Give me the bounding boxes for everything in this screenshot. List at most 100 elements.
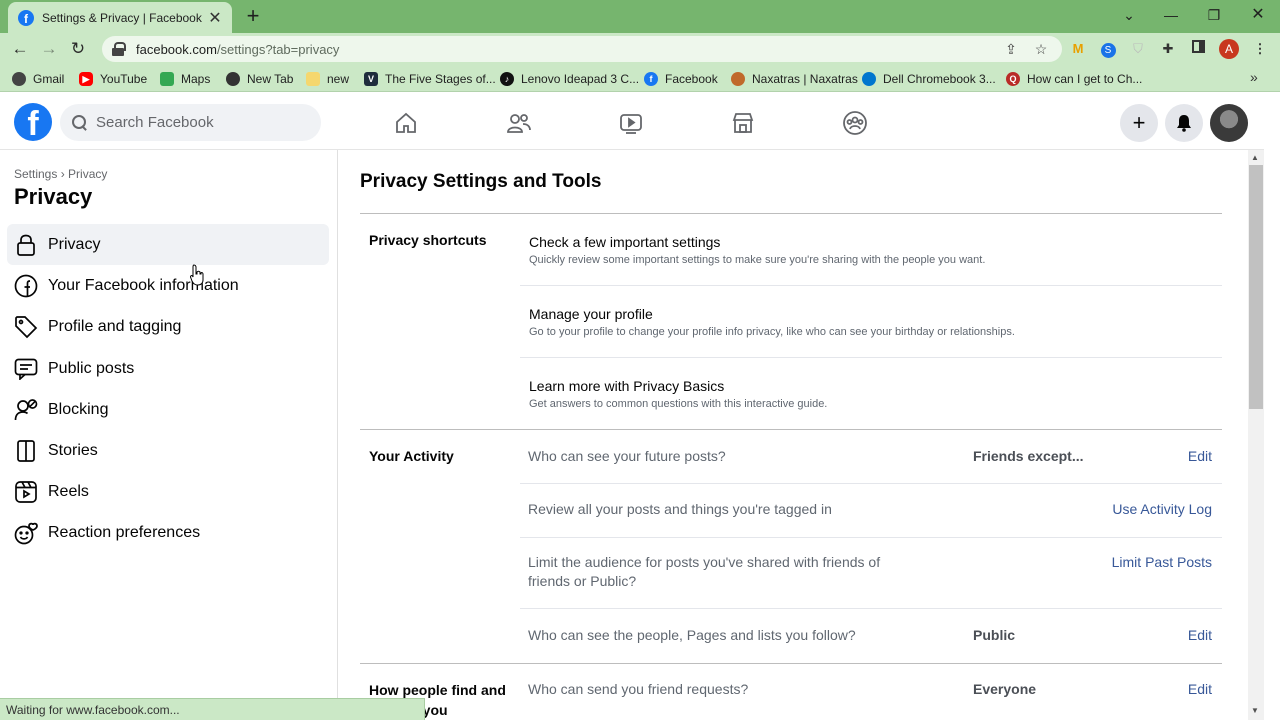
sidebar-item-profile-and-tagging[interactable]: Profile and tagging: [7, 306, 329, 347]
use-activity-log-link[interactable]: Use Activity Log: [1112, 501, 1212, 517]
shortcut-privacy-basics[interactable]: Learn more with Privacy Basics: [529, 378, 724, 394]
extension-m-icon[interactable]: M: [1068, 39, 1088, 59]
extension-shield-icon[interactable]: ⛉: [1128, 39, 1148, 59]
back-button[interactable]: ←: [8, 37, 32, 61]
bookmark-maps[interactable]: Maps: [160, 70, 210, 87]
naxatras-icon: [731, 71, 745, 86]
sidebar-item-privacy[interactable]: Privacy: [7, 224, 329, 265]
restore-button[interactable]: ❐: [1199, 4, 1229, 26]
limit-past-posts-link[interactable]: Limit Past Posts: [1112, 554, 1212, 570]
setting-question: Limit the audience for posts you've shar…: [528, 554, 881, 589]
home-nav-icon[interactable]: [386, 107, 426, 139]
bookmark-naxatras[interactable]: Naxatras | Naxatras: [731, 70, 858, 87]
gmail-icon: [12, 71, 26, 86]
setting-value: Friends except...: [973, 448, 1084, 464]
facebook-logo-icon[interactable]: f: [14, 103, 52, 141]
tab-search-chevron-icon[interactable]: ⌄: [1114, 4, 1144, 26]
hand-cursor-icon: [190, 264, 204, 286]
setting-question: Who can see the people, Pages and lists …: [528, 627, 856, 643]
public-posts-icon: [13, 356, 39, 382]
bookmark-youtube[interactable]: ▶ YouTube: [79, 70, 147, 87]
notifications-bell-icon[interactable]: [1165, 104, 1203, 142]
search-input[interactable]: [96, 114, 296, 131]
sidebar-item-reaction-preferences[interactable]: Reaction preferences: [7, 512, 329, 553]
shortcut-description: Go to your profile to change your profil…: [529, 326, 1015, 338]
bookmark-five-stages[interactable]: V The Five Stages of...: [364, 70, 496, 87]
facebook-circle-icon: [13, 273, 39, 299]
shortcut-description: Quickly review some important settings t…: [529, 254, 986, 266]
reload-button[interactable]: ↻: [66, 37, 90, 61]
marketplace-nav-icon[interactable]: [723, 107, 763, 139]
divider: [360, 663, 1222, 664]
reels-icon: [13, 479, 39, 505]
page-title: Privacy Settings and Tools: [360, 171, 602, 192]
extensions-puzzle-icon[interactable]: ✚: [1158, 39, 1178, 59]
lock-icon[interactable]: [112, 42, 126, 56]
close-window-button[interactable]: ✕: [1243, 4, 1273, 26]
quora-icon: Q: [1006, 71, 1020, 86]
browser-toolbar: ← → ↻ facebook.com/settings?tab=privacy …: [0, 33, 1280, 65]
reaction-icon: [13, 520, 39, 546]
facebook-search[interactable]: [60, 104, 321, 141]
sidebar-item-reels[interactable]: Reels: [7, 471, 329, 512]
profile-avatar[interactable]: A: [1219, 39, 1239, 59]
setting-value: Public: [973, 627, 1016, 643]
address-bar[interactable]: facebook.com/settings?tab=privacy ⇪ ☆: [102, 36, 1062, 62]
forward-button[interactable]: →: [37, 37, 61, 61]
window-edge: [1264, 97, 1280, 720]
sidebar-item-stories[interactable]: Stories: [7, 430, 329, 471]
shortcut-check-settings[interactable]: Check a few important settings: [529, 234, 720, 250]
divider: [520, 357, 1222, 358]
bookmark-gmail[interactable]: Gmail: [12, 70, 64, 87]
minimize-button[interactable]: —: [1156, 4, 1186, 26]
edit-future-posts-link[interactable]: Edit: [1188, 448, 1212, 464]
watch-nav-icon[interactable]: [611, 107, 651, 139]
bookmark-lenovo[interactable]: ♪ Lenovo Ideapad 3 C...: [500, 70, 639, 87]
bookmark-new-tab[interactable]: New Tab: [226, 70, 293, 87]
sidebar-item-blocking[interactable]: Blocking: [7, 389, 329, 430]
shortcut-manage-profile[interactable]: Manage your profile: [529, 306, 653, 322]
create-plus-icon[interactable]: +: [1120, 104, 1158, 142]
facebook-header: f +: [0, 97, 1264, 150]
section-label-your-activity: Your Activity: [369, 448, 454, 464]
scroll-up-arrow-icon[interactable]: ▲: [1251, 153, 1259, 162]
menu-kebab-icon[interactable]: ⋮: [1250, 39, 1270, 59]
scrollbar-thumb[interactable]: [1249, 165, 1263, 409]
divider: [520, 537, 1222, 538]
bookmark-quora[interactable]: Q How can I get to Ch...: [1006, 70, 1142, 87]
scroll-down-arrow-icon[interactable]: ▼: [1251, 706, 1259, 715]
edit-friend-requests-link[interactable]: Edit: [1188, 681, 1212, 697]
edit-follow-visibility-link[interactable]: Edit: [1188, 627, 1212, 643]
tiktok-icon: ♪: [500, 71, 514, 86]
facebook-favicon-icon: f: [18, 9, 34, 26]
privacy-settings-panel: Privacy Settings and Tools Privacy short…: [338, 150, 1248, 720]
divider: [360, 213, 1222, 214]
bookmarks-bar: Gmail ▶ YouTube Maps New Tab new V The Fiv…: [0, 65, 1280, 92]
globe-icon: [226, 71, 240, 86]
bookmark-folder-new[interactable]: new: [306, 70, 349, 87]
browser-tab[interactable]: f Settings & Privacy | Facebook ✕: [8, 2, 232, 33]
bookmark-dell[interactable]: Dell Chromebook 3...: [862, 70, 996, 87]
lock-icon: [13, 232, 39, 258]
tab-close-icon[interactable]: ✕: [206, 8, 224, 28]
folder-icon: [306, 71, 320, 86]
new-tab-button[interactable]: +: [241, 4, 265, 28]
bookmark-star-icon[interactable]: ☆: [1032, 40, 1050, 58]
tab-title: Settings & Privacy | Facebook: [42, 10, 202, 25]
bookmarks-overflow-icon[interactable]: »: [1250, 69, 1258, 85]
stories-icon: [13, 438, 39, 464]
share-icon[interactable]: ⇪: [1002, 40, 1020, 58]
bookmark-facebook[interactable]: f Facebook: [644, 70, 718, 87]
side-panel-icon[interactable]: [1188, 39, 1208, 59]
extension-s-icon[interactable]: S: [1098, 39, 1118, 59]
friends-nav-icon[interactable]: [499, 107, 539, 139]
user-avatar[interactable]: [1210, 104, 1248, 142]
divider: [520, 608, 1222, 609]
sidebar-item-your-facebook-information[interactable]: Your Facebook information: [7, 265, 329, 306]
tab-strip: f Settings & Privacy | Facebook ✕ + ⌄ — …: [0, 0, 1280, 33]
groups-nav-icon[interactable]: [835, 107, 875, 139]
divider: [520, 285, 1222, 286]
breadcrumb[interactable]: Settings › Privacy: [14, 167, 107, 181]
sidebar-item-public-posts[interactable]: Public posts: [7, 348, 329, 389]
maps-icon: [160, 71, 174, 86]
